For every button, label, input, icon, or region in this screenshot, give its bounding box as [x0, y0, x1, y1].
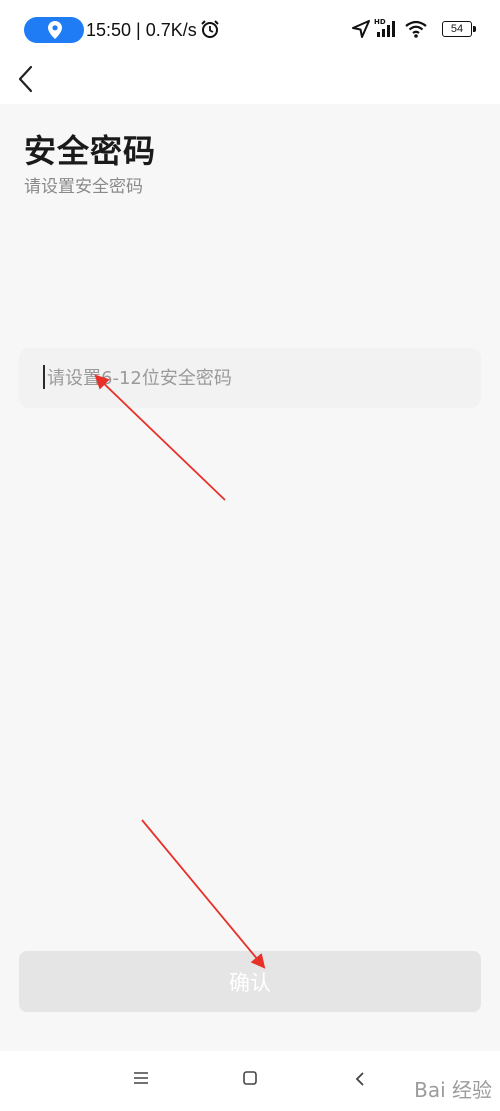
annotation-arrow-confirm [141, 819, 266, 969]
location-pill[interactable] [24, 17, 84, 43]
top-nav [0, 60, 500, 104]
watermark-logo: Bai 经验 [414, 1078, 492, 1102]
alarm-clock-icon [201, 20, 219, 38]
wifi-icon [405, 20, 427, 38]
status-icons: HD 54 [352, 17, 476, 43]
battery-icon: 54 [442, 21, 476, 37]
location-pin-icon [48, 21, 62, 39]
back-triangle-icon[interactable] [354, 1071, 366, 1087]
home-square-icon[interactable] [243, 1071, 258, 1085]
chevron-left-icon [18, 65, 33, 93]
svg-text:HD: HD [374, 18, 386, 26]
confirm-button[interactable]: 确认 [19, 951, 481, 1012]
password-input[interactable] [19, 348, 481, 408]
menu-icon[interactable] [133, 1071, 149, 1085]
navigation-arrow-icon [352, 20, 370, 38]
page-title: 安全密码 [24, 132, 157, 170]
back-button[interactable] [14, 62, 44, 96]
page-subtitle: 请设置安全密码 [24, 177, 143, 197]
text-caret [43, 365, 45, 389]
hd-signal-icon: HD [374, 18, 395, 37]
status-bar: 15:50 | 0.7K/s HD 54 [0, 0, 500, 60]
status-time: 15:50 | 0.7K/s [86, 20, 197, 40]
password-field[interactable] [19, 348, 481, 408]
